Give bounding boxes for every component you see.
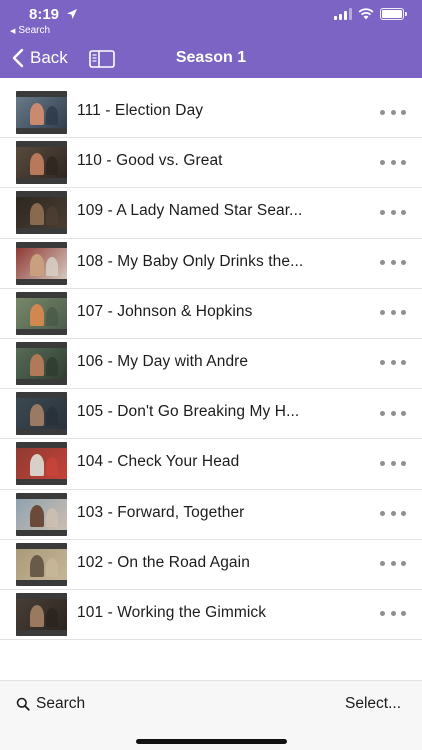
episode-title: 105 - Don't Go Breaking My H... — [77, 403, 300, 421]
more-options-icon[interactable] — [380, 158, 406, 166]
search-icon — [16, 697, 30, 711]
episode-row[interactable]: 104 - Check Your Head — [0, 439, 422, 490]
episode-thumbnail — [16, 442, 67, 486]
episode-row[interactable]: 103 - Forward, Together — [0, 490, 422, 540]
episode-title: 102 - On the Road Again — [77, 553, 250, 571]
back-to-app-link[interactable]: ◀ Search — [10, 25, 50, 36]
page-title: Season 1 — [175, 49, 247, 66]
episode-thumbnail — [16, 91, 67, 134]
more-options-icon[interactable] — [380, 459, 406, 467]
more-options-icon[interactable] — [380, 108, 406, 116]
episode-title: 110 - Good vs. Great — [77, 152, 223, 170]
episode-title: 109 - A Lady Named Star Sear... — [77, 202, 303, 220]
episode-title: 108 - My Baby Only Drinks the... — [77, 252, 304, 270]
status-time: 8:19 — [29, 6, 60, 23]
cellular-signal-icon — [334, 8, 352, 20]
episode-row[interactable]: 108 - My Baby Only Drinks the... — [0, 239, 422, 289]
episode-row[interactable]: 102 - On the Road Again — [0, 540, 422, 590]
episode-title: 106 - My Day with Andre — [77, 352, 249, 370]
header: 8:19 ◀ Search Back Season 1 — [0, 0, 422, 78]
back-triangle-icon: ◀ — [10, 28, 16, 35]
search-button[interactable]: Search — [16, 695, 85, 713]
wifi-icon — [358, 8, 374, 20]
more-options-icon[interactable] — [380, 510, 406, 518]
back-to-app-label: Search — [18, 25, 51, 36]
search-label: Search — [36, 695, 86, 712]
episode-row[interactable]: 110 - Good vs. Great — [0, 138, 422, 189]
episode-title: 107 - Johnson & Hopkins — [77, 302, 253, 320]
episode-thumbnail — [16, 592, 67, 636]
episode-row[interactable]: 101 - Working the Gimmick — [0, 590, 422, 641]
status-indicators — [334, 8, 407, 20]
episode-thumbnail — [16, 191, 67, 235]
more-options-icon[interactable] — [380, 208, 406, 216]
episode-thumbnail — [16, 341, 67, 385]
episode-thumbnail — [16, 241, 67, 285]
episode-row[interactable]: 111 - Election Day — [0, 88, 422, 139]
more-options-icon[interactable] — [380, 409, 406, 417]
episode-thumbnail — [16, 542, 67, 586]
bottom-toolbar: Search Select... — [0, 680, 422, 750]
episode-thumbnail — [16, 492, 67, 536]
more-options-icon[interactable] — [380, 309, 406, 317]
episode-title: 101 - Working the Gimmick — [77, 603, 267, 621]
episode-row[interactable]: 109 - A Lady Named Star Sear... — [0, 188, 422, 239]
episode-title: 103 - Forward, Together — [77, 503, 245, 521]
home-indicator — [136, 739, 287, 744]
battery-icon — [380, 8, 407, 20]
episode-title: 104 - Check Your Head — [77, 453, 240, 471]
episode-row[interactable]: 105 - Don't Go Breaking My H... — [0, 389, 422, 440]
episode-row[interactable]: 106 - My Day with Andre — [0, 339, 422, 390]
episode-thumbnail — [16, 291, 67, 335]
more-options-icon[interactable] — [380, 359, 406, 367]
episode-thumbnail — [16, 141, 67, 185]
more-options-icon[interactable] — [380, 259, 406, 267]
location-arrow-icon — [67, 9, 77, 19]
episode-row[interactable]: 107 - Johnson & Hopkins — [0, 289, 422, 339]
select-button[interactable]: Select... — [345, 695, 401, 713]
episode-title: 111 - Election Day — [77, 102, 204, 119]
more-options-icon[interactable] — [380, 610, 406, 618]
episode-thumbnail — [16, 392, 67, 436]
more-options-icon[interactable] — [380, 560, 406, 568]
episode-list: 111 - Election Day 110 - Good vs. Great 10… — [0, 88, 422, 641]
